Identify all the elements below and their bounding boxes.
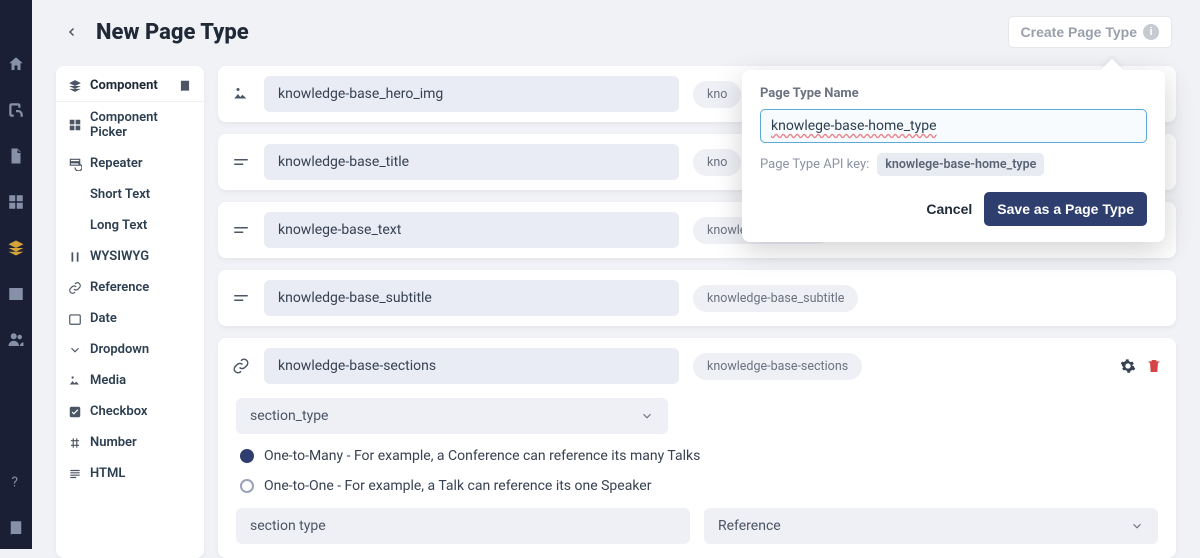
image-icon[interactable]	[7, 285, 25, 303]
palette-item-checkbox[interactable]: Checkbox	[56, 396, 204, 427]
palette-item-long-text[interactable]: Long Text	[56, 210, 204, 241]
field-name-input[interactable]: knowledge-base-sections	[264, 348, 679, 384]
trash-icon[interactable]	[1146, 358, 1162, 374]
field-name-input[interactable]: knowlege-base_text	[264, 212, 679, 248]
popover-api-label: Page Type API key:	[760, 157, 869, 172]
create-page-type-button[interactable]: Create Page Type i	[1008, 16, 1172, 48]
book-icon[interactable]	[7, 519, 25, 537]
radio-dot	[240, 479, 254, 493]
gear-icon[interactable]	[1120, 358, 1136, 374]
palette-item-media[interactable]: Media	[56, 365, 204, 396]
palette-item-html[interactable]: HTML	[56, 458, 204, 489]
palette-item-component-picker[interactable]: Component Picker	[56, 102, 204, 148]
cancel-button[interactable]: Cancel	[926, 201, 972, 217]
short-text-icon	[232, 153, 250, 171]
palette-item-dropdown[interactable]: Dropdown	[56, 334, 204, 365]
field-api-tag: kno	[693, 81, 741, 108]
field-name-input[interactable]: knowledge-base_subtitle	[264, 280, 679, 316]
chevron-down-icon	[1130, 519, 1144, 533]
grid-icon[interactable]	[7, 193, 25, 211]
info-icon: i	[1143, 24, 1159, 40]
field-api-tag: knowledge-base-sections	[693, 353, 862, 380]
palette-item-short-text[interactable]: Short Text	[56, 179, 204, 210]
field-api-tag: kno	[693, 149, 741, 176]
reference-section-card: knowledge-base-sections knowledge-base-s…	[218, 338, 1176, 558]
palette-item-date[interactable]: Date	[56, 303, 204, 334]
palette-item-reference[interactable]: Reference	[56, 272, 204, 303]
popover-label: Page Type Name	[760, 86, 1147, 101]
palette-item-wysiwyg[interactable]: WYSIWYG	[56, 241, 204, 272]
section-label-input[interactable]: section type	[236, 508, 690, 544]
book-small-icon[interactable]	[178, 79, 192, 93]
short-text-icon	[232, 289, 250, 307]
users-icon[interactable]	[7, 331, 25, 349]
page-icon[interactable]	[7, 147, 25, 165]
blog-icon[interactable]	[7, 101, 25, 119]
back-button[interactable]	[60, 20, 84, 44]
chevron-down-icon	[640, 409, 654, 423]
palette-item-repeater[interactable]: Repeater	[56, 148, 204, 179]
field-name-input[interactable]: knowledge-base_title	[264, 144, 679, 180]
radio-one-to-many[interactable]: One-to-Many - For example, a Conference …	[236, 448, 1158, 464]
radio-one-to-one[interactable]: One-to-One - For example, a Talk can ref…	[236, 478, 1158, 494]
page-title: New Page Type	[96, 20, 249, 45]
reference-icon	[232, 357, 250, 375]
field-card: knowledge-base_subtitle knowledge-base_s…	[218, 270, 1176, 326]
field-api-tag: knowledge-base_subtitle	[693, 285, 858, 312]
media-icon	[232, 85, 250, 103]
section-type-dropdown[interactable]: Reference	[704, 508, 1158, 544]
short-text-icon	[232, 221, 250, 239]
palette-item-number[interactable]: Number	[56, 427, 204, 458]
svg-text:?: ?	[12, 475, 18, 491]
field-name-input[interactable]: knowledge-base_hero_img	[264, 76, 679, 112]
stack-icon[interactable]	[7, 239, 25, 257]
popover-api-value: knowlege-base-home_type	[877, 153, 1044, 176]
component-label: Component	[90, 78, 158, 93]
save-page-type-button[interactable]: Save as a Page Type	[984, 192, 1147, 226]
vertical-nav-rail: ?	[0, 0, 32, 549]
component-palette: Component Component Picker Repeater Shor…	[56, 66, 204, 558]
section-type-select[interactable]: section_type	[236, 398, 668, 434]
radio-dot-selected	[240, 449, 254, 463]
layers-icon	[68, 79, 82, 93]
home-icon[interactable]	[7, 55, 25, 73]
page-type-name-popover: Page Type Name knowlege-base-home_type P…	[742, 70, 1165, 242]
page-type-name-input[interactable]: knowlege-base-home_type	[760, 109, 1147, 143]
help-icon[interactable]: ?	[7, 473, 25, 491]
create-page-type-label: Create Page Type	[1021, 24, 1137, 40]
